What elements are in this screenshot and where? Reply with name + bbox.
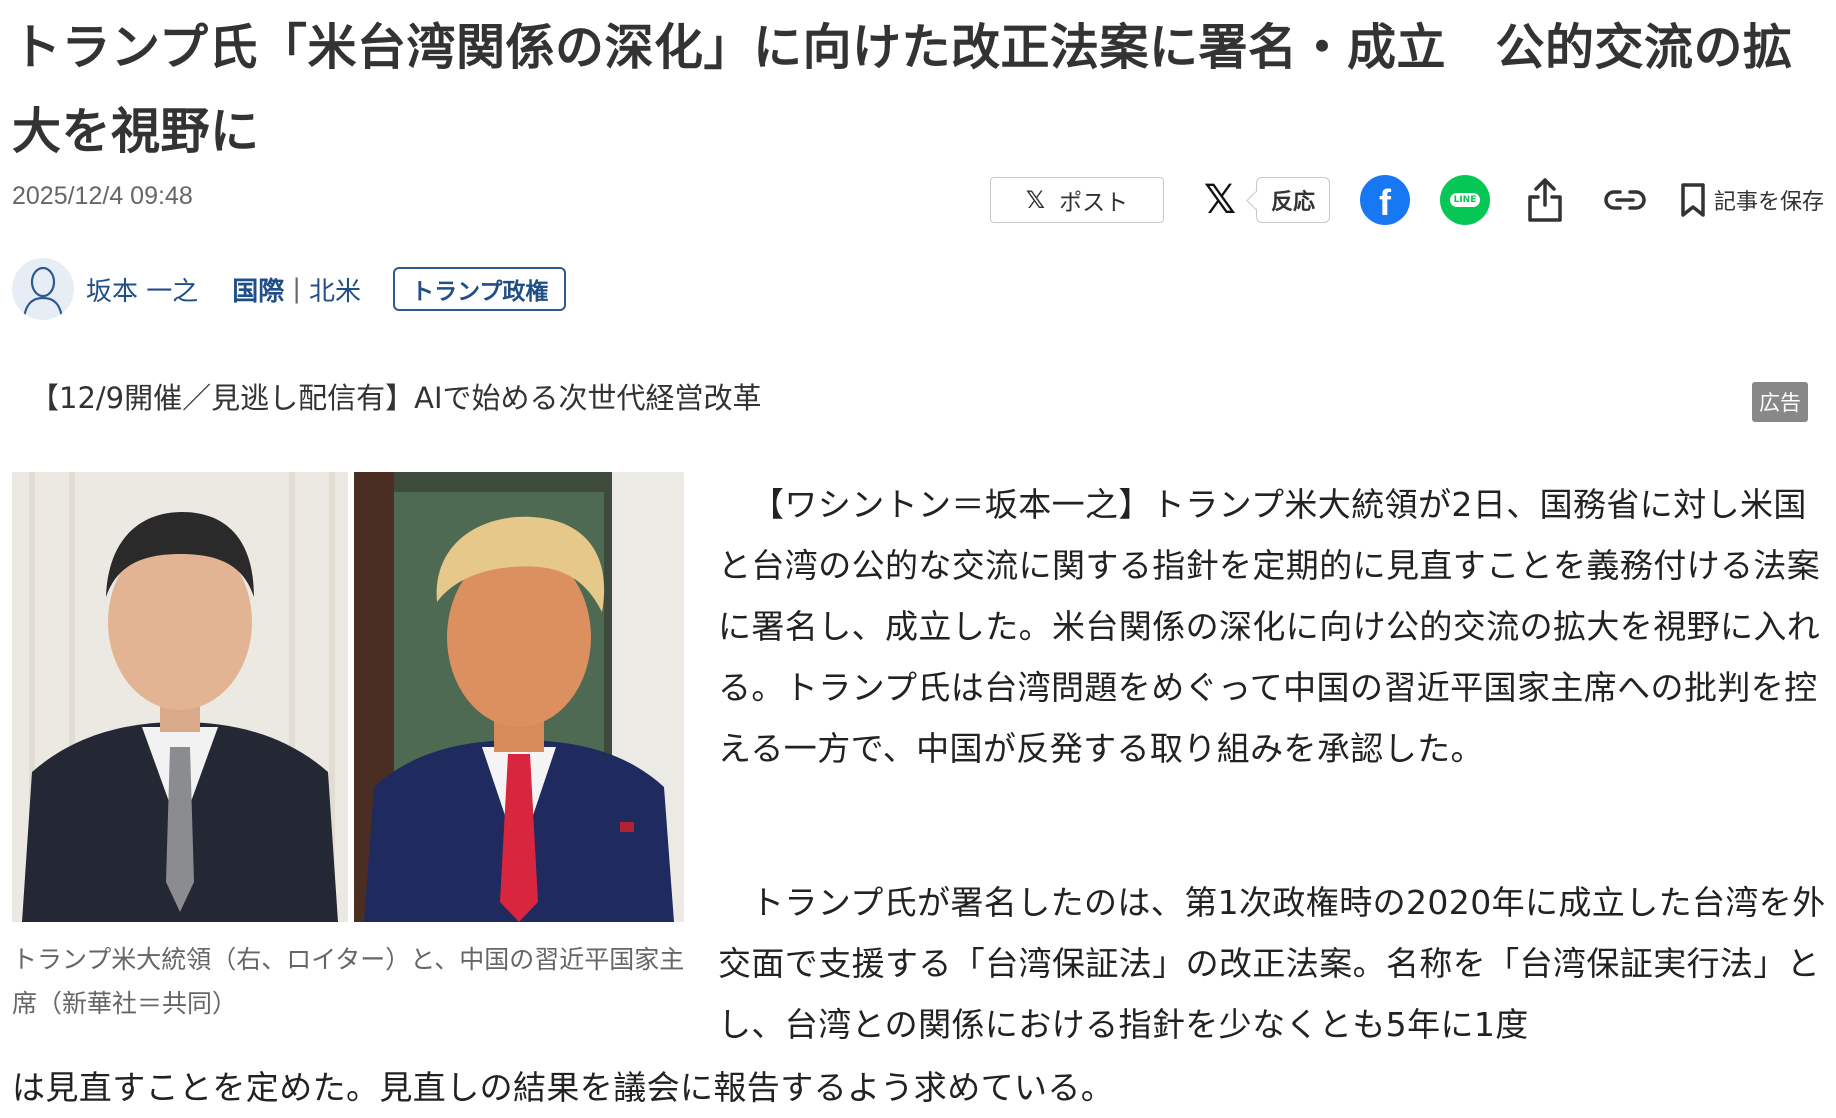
ad-link[interactable]: 【12/9開催／見逃し配信有】AIで始める次世代経営改革 (30, 375, 762, 417)
publish-date: 2025/12/4 09:48 (12, 182, 193, 210)
save-article-button[interactable]: 記事を保存 (1680, 182, 1824, 218)
share-bar: 𝕏 ポスト 𝕏 反応 f LINE 記事を保存 (989, 172, 1824, 228)
x-post-button[interactable]: 𝕏 ポスト (989, 177, 1164, 223)
author-avatar[interactable] (12, 258, 74, 320)
x-reaction-icon[interactable]: 𝕏 (1196, 177, 1244, 223)
share-icon[interactable] (1520, 175, 1570, 225)
category-link[interactable]: 国際 (232, 271, 284, 308)
bookmark-icon (1681, 183, 1705, 217)
post-label: ポスト (1059, 190, 1129, 216)
line-icon[interactable]: LINE (1439, 175, 1490, 225)
line-icon-text: LINE (1449, 193, 1481, 207)
ad-badge: 広告 (1752, 382, 1808, 422)
article-headline: トランプ氏「米台湾関係の深化」に向けた改正法案に署名・成立 公的交流の拡大を視野… (12, 19, 1793, 160)
reaction-button[interactable]: 反応 (1255, 177, 1330, 223)
x-icon: 𝕏 (1025, 186, 1046, 214)
save-label: 記事を保存 (1713, 190, 1824, 215)
author-name[interactable]: 坂本 一之 (86, 271, 198, 308)
byline: 坂本 一之 国際 | 北米 トランプ政権 (12, 256, 567, 322)
facebook-icon[interactable]: f (1359, 175, 1410, 225)
body-paragraph-2-continued: は見直すことを定めた。見直しの結果を議会に報告するよう求めている。 (12, 1068, 1115, 1107)
topic-tag[interactable]: トランプ政権 (393, 267, 567, 311)
body-paragraph-2: トランプ氏が署名したのは、第1次政権時の2020年に成立した台湾を外交面で支援す… (718, 883, 1826, 1044)
photo-caption: トランプ米大統領（右、ロイター）と、中国の習近平国家主席（新華社＝共同） (12, 945, 685, 1018)
link-icon[interactable] (1600, 175, 1650, 225)
category-separator: | (292, 274, 302, 304)
reaction-label: 反応 (1270, 190, 1315, 215)
article-photo[interactable] (12, 472, 684, 922)
body-paragraph-1: 【ワシントン＝坂本一之】トランプ米大統領が2日、国務省に対し米国と台湾の公的な交… (718, 485, 1821, 768)
subcategory-link[interactable]: 北米 (309, 271, 361, 308)
